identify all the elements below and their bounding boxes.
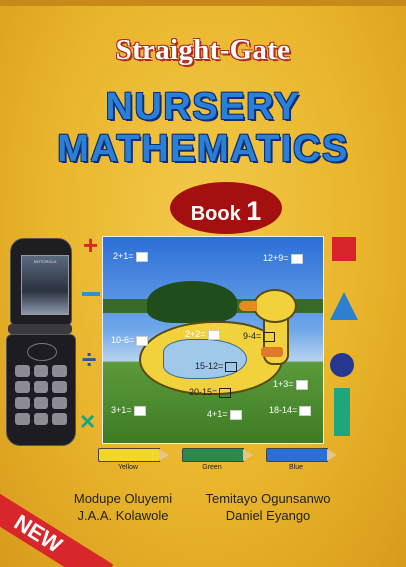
- answer-box: [207, 329, 220, 340]
- phone-key: [52, 365, 67, 377]
- phone-key: [33, 365, 49, 377]
- pencil-label-blue: Blue: [288, 464, 303, 471]
- author-name: J.A.A. Kolawole: [77, 508, 169, 523]
- square-shape-icon: [332, 237, 356, 261]
- minus-icon: [82, 292, 100, 296]
- equation: 1+3=: [273, 379, 308, 390]
- authors-left: Modupe Oluyemi J.A.A. Kolawole: [58, 490, 188, 524]
- equation: 18-14=: [269, 405, 312, 416]
- book-cover: Straight-Gate NURSERY MATHEMATICS Book 1…: [0, 0, 406, 567]
- phone-key: [33, 413, 49, 425]
- answer-box: [133, 405, 146, 416]
- authors-right: Temitayo Ogunsanwo Daniel Eyango: [198, 490, 338, 524]
- author-name: Modupe Oluyemi: [73, 491, 173, 506]
- duck-wing: [163, 339, 247, 379]
- phone-key: [15, 397, 30, 409]
- circle-shape-icon: [330, 353, 354, 377]
- equation: 12+9=: [263, 253, 303, 264]
- equation: 2+1=: [113, 251, 148, 262]
- phone-key: [52, 413, 67, 425]
- equation: 10-6=: [111, 335, 149, 346]
- phone-key: [52, 397, 67, 409]
- top-border: [0, 0, 406, 6]
- duck-beak: [239, 301, 257, 311]
- phone-brand: MOTOROLA: [33, 259, 57, 264]
- phone-hinge: [8, 324, 72, 334]
- phone-keypad: [6, 334, 76, 446]
- phone-nav-key: [27, 343, 57, 361]
- phone-key: [33, 381, 49, 393]
- title-line-1: NURSERY: [105, 86, 301, 128]
- author-name: Daniel Eyango: [225, 508, 311, 523]
- phone-screen: MOTOROLA: [21, 255, 69, 315]
- mobile-phone-image: MOTOROLA: [6, 238, 76, 446]
- pencil-label-yellow: Yellow: [118, 464, 138, 471]
- times-icon: ×: [80, 406, 96, 436]
- yellow-pencil-icon: [98, 448, 169, 462]
- answer-box: [290, 253, 303, 264]
- book-number: 1: [246, 196, 262, 226]
- triangle-shape-icon: [330, 292, 358, 320]
- equation: 15-12=: [195, 361, 238, 372]
- pencil-label-green: Green: [202, 464, 222, 471]
- equation: 3+1=: [111, 405, 146, 416]
- answer-box: [135, 251, 148, 262]
- series-title: Straight-Gate: [115, 34, 291, 66]
- phone-key: [33, 397, 49, 409]
- tree-icon: [147, 281, 237, 323]
- answer-box: [295, 379, 308, 390]
- answer-box: [263, 331, 276, 342]
- author-name: Temitayo Ogunsanwo: [205, 491, 331, 506]
- divide-icon: ÷: [82, 344, 97, 374]
- equation: 4+1=: [207, 409, 242, 420]
- green-pencil-icon: [182, 448, 253, 462]
- equation: 9-4=: [243, 331, 276, 342]
- plus-icon: +: [83, 230, 99, 260]
- answer-box: [136, 335, 149, 346]
- answer-box: [229, 409, 242, 420]
- phone-key: [15, 365, 30, 377]
- phone-keys: [15, 365, 67, 425]
- answer-box: [299, 405, 312, 416]
- book-word: Book: [190, 203, 241, 225]
- answer-box: [225, 361, 238, 372]
- book-label: Book 1: [170, 196, 282, 227]
- equation: 2+2=: [185, 329, 220, 340]
- rectangle-shape-icon: [334, 388, 350, 436]
- phone-key: [15, 381, 30, 393]
- phone-key: [15, 413, 30, 425]
- cover-picture: 2+1= 12+9= 10-6= 2+2= 9-4= 15-12= 1+3= 2…: [102, 236, 324, 444]
- duck-bow: [261, 347, 283, 357]
- title-line-2: MATHEMATICS: [57, 128, 349, 170]
- answer-box: [219, 387, 232, 398]
- equation: 20-15=: [189, 387, 232, 398]
- blue-pencil-icon: [266, 448, 337, 462]
- duck-head: [253, 289, 297, 323]
- phone-lid: MOTOROLA: [10, 238, 72, 326]
- phone-key: [52, 381, 67, 393]
